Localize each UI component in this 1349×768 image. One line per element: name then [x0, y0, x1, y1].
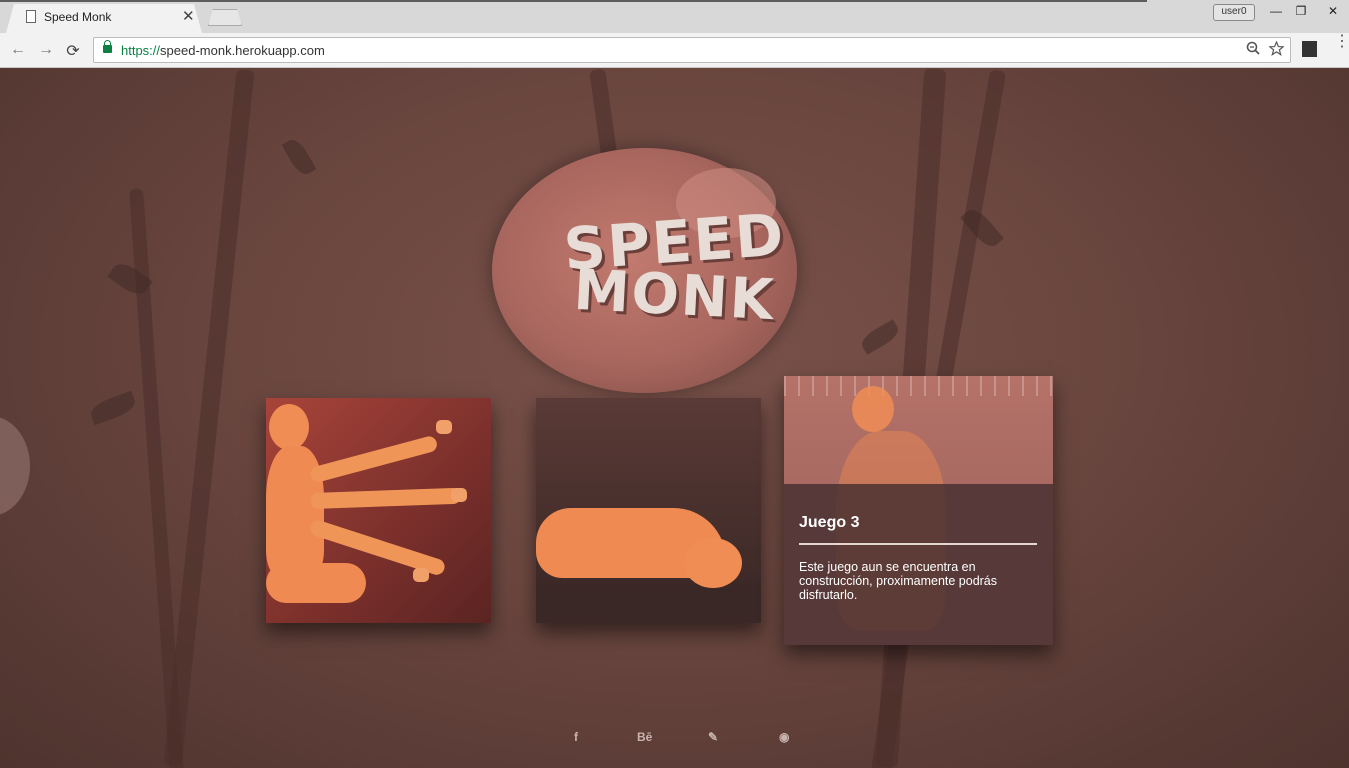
page-background: SPEED MONK Juego 3 Este juego aun se enc… — [0, 68, 1349, 768]
new-tab-button[interactable] — [208, 9, 242, 26]
tools-icon[interactable]: ✎ — [708, 730, 718, 744]
user-badge[interactable]: user0 — [1213, 4, 1255, 21]
menu-icon[interactable]: ⋮ — [1334, 34, 1349, 50]
monk-fist — [436, 420, 452, 434]
lock-icon — [103, 40, 112, 53]
browser-toolbar: ← → ⟳ https://speed-monk.herokuapp.com ⋮ — [0, 33, 1349, 68]
sleeping-monk-head — [684, 538, 742, 588]
facebook-icon[interactable]: f — [574, 730, 578, 744]
game-card-3[interactable]: Juego 3 Este juego aun se encuentra en c… — [784, 376, 1053, 645]
card-description: Este juego aun se encuentra en construcc… — [799, 560, 998, 602]
address-bar[interactable]: https://speed-monk.herokuapp.com — [93, 37, 1291, 63]
bamboo-stalk — [868, 627, 912, 768]
behance-icon[interactable]: Bē — [637, 730, 652, 744]
title-accent-line — [0, 0, 1147, 2]
minimize-button[interactable]: — — [1265, 4, 1287, 19]
monk-fist — [413, 568, 429, 582]
globe-icon[interactable]: ◉ — [779, 730, 789, 744]
url-text: https://speed-monk.herokuapp.com — [121, 43, 325, 58]
monk-legs — [266, 563, 366, 603]
leaf-decoration — [87, 390, 139, 426]
browser-titlebar: Speed Monk ✕ user0 — ❐ ✕ — [0, 0, 1349, 33]
card-3-pattern — [784, 376, 1053, 396]
restore-button[interactable]: ❐ — [1290, 4, 1312, 19]
page-icon — [26, 10, 36, 23]
monk-fist — [451, 488, 467, 502]
game-card-2[interactable] — [536, 398, 761, 623]
extension-icon[interactable] — [1302, 41, 1317, 57]
close-tab-icon[interactable]: ✕ — [182, 7, 195, 25]
monk-head — [269, 404, 309, 450]
back-button[interactable]: ← — [9, 41, 27, 59]
star-icon[interactable] — [1268, 40, 1285, 59]
leaf-decoration — [281, 136, 317, 178]
reload-button[interactable]: ⟳ — [64, 41, 82, 61]
card-title: Juego 3 — [799, 514, 860, 531]
monk-head — [852, 386, 894, 432]
side-nav-circle[interactable] — [0, 416, 30, 516]
card-divider — [799, 543, 1037, 545]
bamboo-stalk — [163, 68, 255, 768]
floor — [536, 590, 761, 623]
zoom-icon[interactable] — [1246, 41, 1260, 58]
game-card-1[interactable] — [266, 398, 491, 623]
monk-arm — [310, 487, 462, 509]
forward-button[interactable]: → — [37, 41, 55, 59]
close-window-button[interactable]: ✕ — [1322, 4, 1344, 19]
tab-title: Speed Monk — [44, 10, 112, 24]
monk-arm — [308, 434, 439, 484]
browser-tab[interactable]: Speed Monk ✕ — [6, 4, 202, 33]
